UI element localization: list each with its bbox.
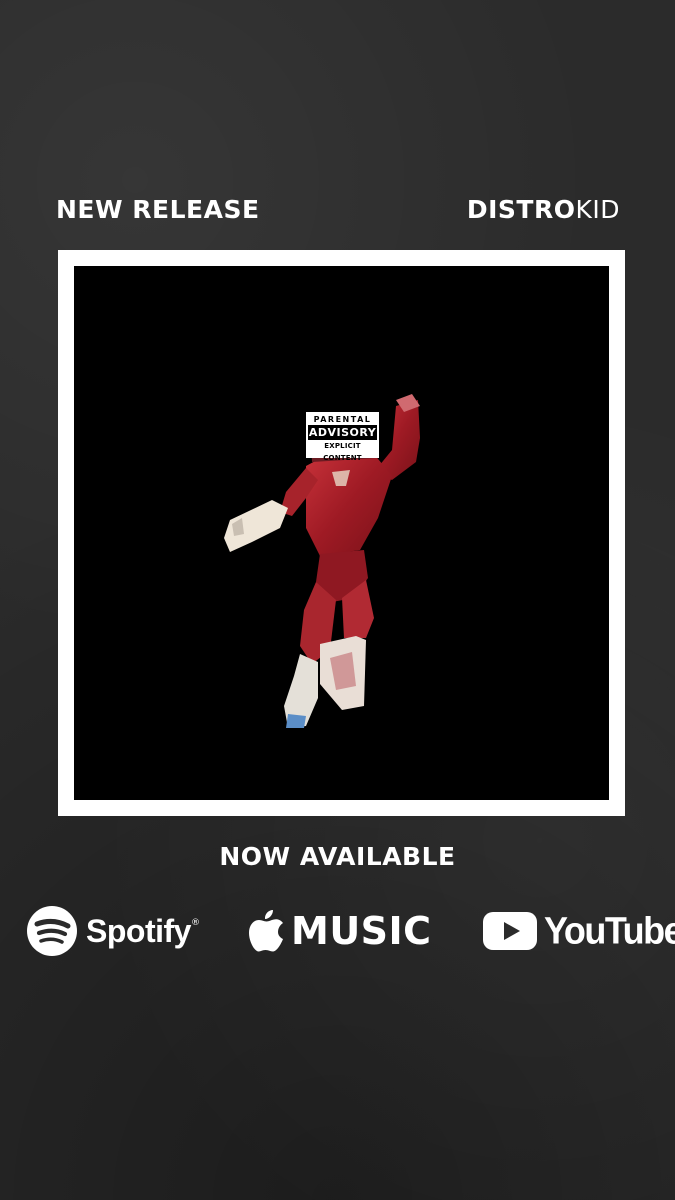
spotify-icon xyxy=(27,906,77,956)
release-poster: NEW RELEASE DISTROKID PARENTAL ADVISORY … xyxy=(0,0,675,1200)
cover-art: PARENTAL ADVISORY EXPLICIT CONTENT xyxy=(74,266,609,800)
advisory-line-explicit: EXPLICIT CONTENT xyxy=(323,442,362,462)
brand-bold: DISTRO xyxy=(466,195,576,224)
distrokid-logo: DISTROKID xyxy=(467,194,620,226)
figure-illustration xyxy=(224,394,420,728)
apple-icon xyxy=(249,910,283,952)
new-release-label: NEW RELEASE xyxy=(56,195,260,224)
youtube-wordmark: YouTube xyxy=(544,908,675,952)
apple-music-wordmark: MUSIC xyxy=(291,909,432,953)
spotify-link[interactable]: Spotify ® xyxy=(26,900,200,962)
advisory-line-parental: PARENTAL xyxy=(313,415,372,424)
youtube-play-icon xyxy=(483,912,537,950)
brand-light: KID xyxy=(575,195,620,224)
youtube-link[interactable]: YouTube xyxy=(482,900,675,962)
spotify-registered-mark: ® xyxy=(190,918,200,928)
spotify-wordmark: Spotify xyxy=(86,912,191,949)
now-available-label: NOW AVAILABLE xyxy=(219,842,456,871)
parental-advisory-label: PARENTAL ADVISORY EXPLICIT CONTENT xyxy=(306,412,379,462)
advisory-line-advisory: ADVISORY xyxy=(308,425,377,440)
apple-music-link[interactable]: MUSIC xyxy=(247,900,432,962)
cover-art-frame: PARENTAL ADVISORY EXPLICIT CONTENT xyxy=(58,250,625,816)
